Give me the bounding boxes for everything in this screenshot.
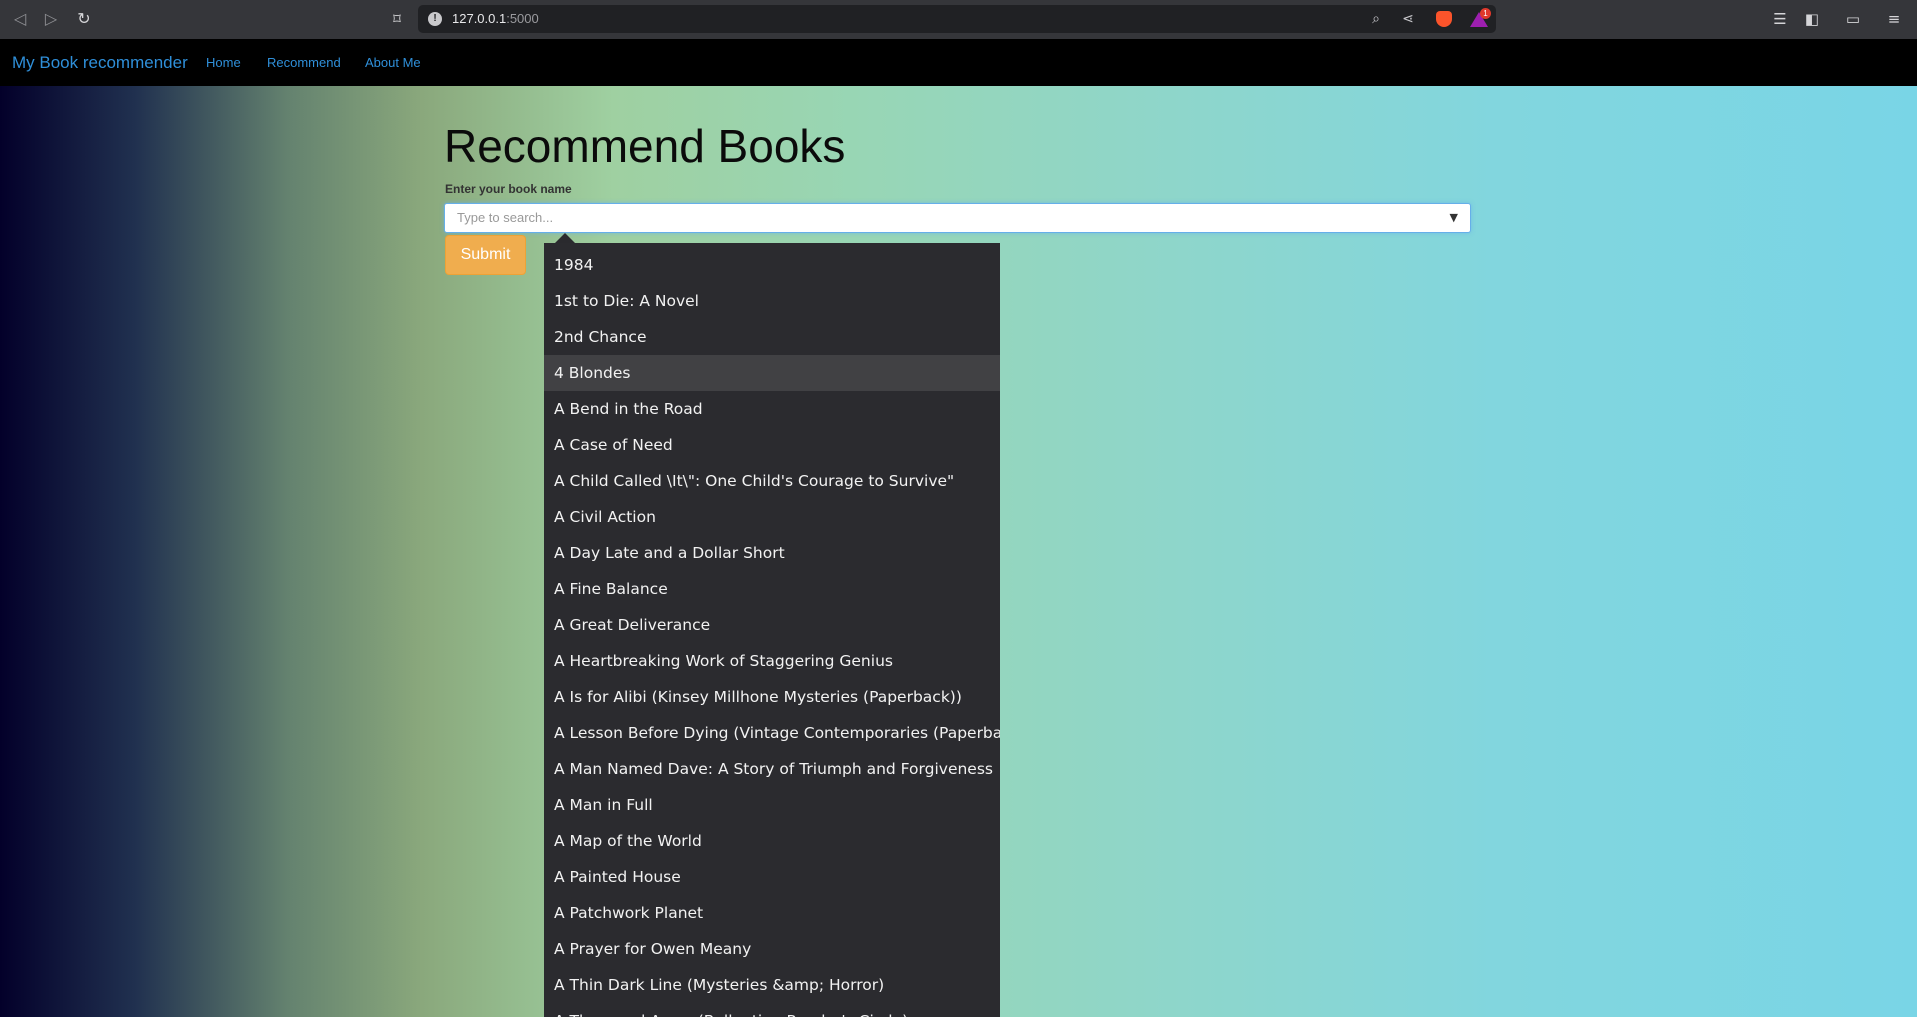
- dropdown-option[interactable]: 4 Blondes: [544, 355, 1000, 391]
- reload-icon[interactable]: ↻: [73, 8, 95, 30]
- dropdown-option[interactable]: A Civil Action: [544, 499, 1000, 535]
- dropdown-option[interactable]: A Bend in the Road: [544, 391, 1000, 427]
- brave-rewards-icon[interactable]: 1: [1470, 8, 1491, 28]
- book-search-input[interactable]: [457, 210, 1417, 225]
- rewards-badge: 1: [1480, 8, 1491, 19]
- dropdown-option[interactable]: A Case of Need: [544, 427, 1000, 463]
- dropdown-option[interactable]: A Is for Alibi (Kinsey Millhone Mysterie…: [544, 679, 1000, 715]
- dropdown-option[interactable]: A Man in Full: [544, 787, 1000, 823]
- url-port: :5000: [506, 11, 539, 26]
- dropdown-option[interactable]: A Painted House: [544, 859, 1000, 895]
- book-name-label: Enter your book name: [445, 182, 572, 196]
- brave-shields-icon[interactable]: [1436, 11, 1452, 27]
- dropdown-option[interactable]: 1984: [544, 247, 1000, 283]
- dropdown-option[interactable]: A Map of the World: [544, 823, 1000, 859]
- dropdown-option[interactable]: A Great Deliverance: [544, 607, 1000, 643]
- dropdown-option[interactable]: A Fine Balance: [544, 571, 1000, 607]
- brand-link[interactable]: My Book recommender: [12, 53, 188, 73]
- top-navbar: My Book recommender Home Recommend About…: [0, 39, 1917, 86]
- address-bar[interactable]: ! 127.0.0.1:5000 ⌕ ⋖ 1: [418, 5, 1496, 33]
- dropdown-option[interactable]: A Child Called \It\": One Child's Courag…: [544, 463, 1000, 499]
- page-title: Recommend Books: [444, 120, 846, 172]
- share-icon[interactable]: ⋖: [1398, 9, 1418, 29]
- page-body: My Book recommender Home Recommend About…: [0, 39, 1917, 1017]
- dropdown-option[interactable]: A Patchwork Planet: [544, 895, 1000, 931]
- dropdown-option[interactable]: A Heartbreaking Work of Staggering Geniu…: [544, 643, 1000, 679]
- site-info-icon[interactable]: !: [428, 12, 442, 26]
- dropdown-pointer: [555, 233, 575, 243]
- nav-home[interactable]: Home: [206, 55, 241, 70]
- url-host: 127.0.0.1: [452, 11, 507, 26]
- dropdown-option[interactable]: 1st to Die: A Novel: [544, 283, 1000, 319]
- sidebar-icon[interactable]: ◧: [1801, 8, 1823, 30]
- book-dropdown-list[interactable]: 1984 1st to Die: A Novel 2nd Chance 4 Blond…: [544, 243, 1000, 1017]
- wallet-icon[interactable]: ▭: [1842, 8, 1864, 30]
- dropdown-option[interactable]: A Thousand Acres (Ballantine Reader's Ci…: [544, 1003, 1000, 1017]
- nav-recommend[interactable]: Recommend: [267, 55, 341, 70]
- nav-about[interactable]: About Me: [365, 55, 421, 70]
- dropdown-option[interactable]: A Prayer for Owen Meany: [544, 931, 1000, 967]
- dropdown-caret-icon[interactable]: ▼: [1450, 211, 1458, 224]
- forward-icon[interactable]: ▷: [40, 8, 62, 30]
- menu-icon[interactable]: ≡: [1883, 8, 1905, 30]
- dropdown-option[interactable]: A Day Late and a Dollar Short: [544, 535, 1000, 571]
- url-text[interactable]: 127.0.0.1:5000: [452, 11, 539, 26]
- dropdown-option[interactable]: A Man Named Dave: A Story of Triumph and…: [544, 751, 1000, 787]
- submit-button[interactable]: Submit: [445, 235, 526, 275]
- zoom-icon[interactable]: ⌕: [1366, 9, 1386, 29]
- back-icon[interactable]: ◁: [9, 8, 31, 30]
- dropdown-option[interactable]: A Thin Dark Line (Mysteries &amp; Horror…: [544, 967, 1000, 1003]
- browser-toolbar: ◁ ▷ ↻ ⌑ ! 127.0.0.1:5000 ⌕ ⋖ 1 ☰ ◧ ▭ ≡: [0, 0, 1917, 39]
- bookmark-icon[interactable]: ⌑: [386, 8, 408, 30]
- book-select[interactable]: ▼: [444, 203, 1471, 233]
- playlist-icon[interactable]: ☰: [1769, 8, 1791, 30]
- dropdown-option[interactable]: A Lesson Before Dying (Vintage Contempor…: [544, 715, 1000, 751]
- dropdown-option[interactable]: 2nd Chance: [544, 319, 1000, 355]
